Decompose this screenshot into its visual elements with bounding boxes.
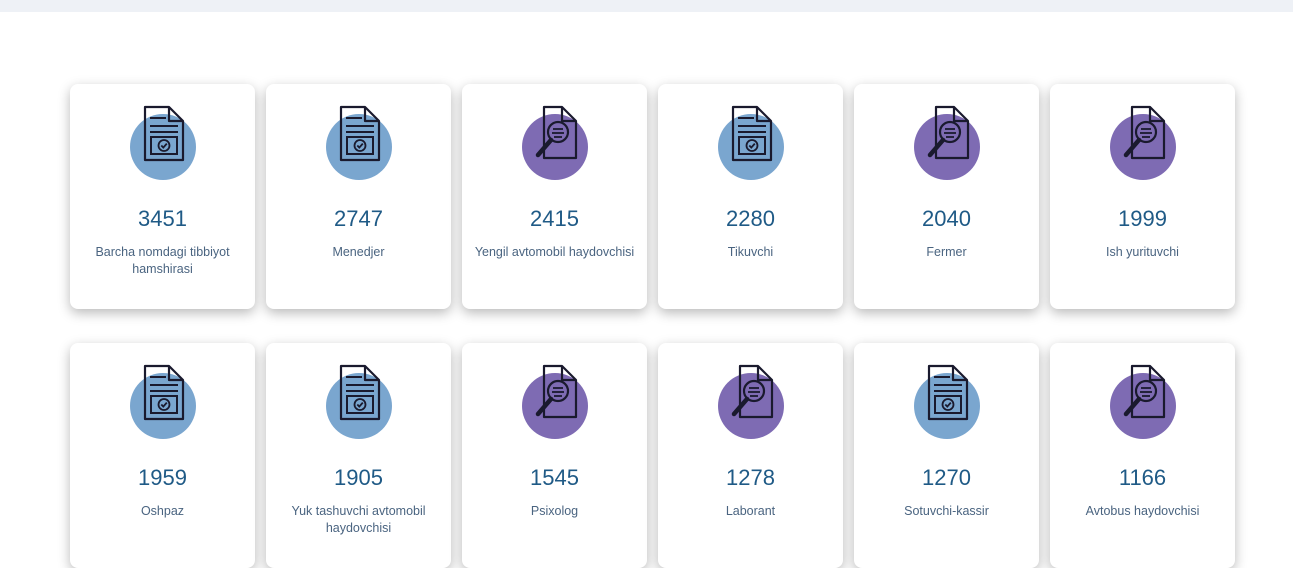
document-search-icon — [522, 363, 592, 439]
profession-card[interactable]: 1278 Laborant — [658, 343, 843, 568]
profession-label: Fermer — [926, 245, 967, 259]
vacancy-count: 2747 — [334, 206, 383, 231]
document-search-icon — [1110, 363, 1180, 439]
vacancy-count: 2415 — [530, 206, 579, 231]
document-check-icon — [326, 104, 396, 180]
document-check-icon — [130, 104, 200, 180]
profession-card[interactable]: 1959 Oshpaz — [70, 343, 255, 568]
vacancy-count: 1166 — [1118, 465, 1167, 490]
document-check-icon — [326, 363, 396, 439]
document-search-icon — [1110, 104, 1180, 180]
vacancy-count: 2280 — [726, 206, 775, 231]
vacancy-count: 1999 — [1118, 206, 1167, 231]
profession-card[interactable]: 2040 Fermer — [854, 84, 1039, 309]
profession-label: Ish yurituvchi — [1106, 245, 1179, 259]
vacancy-count: 1905 — [334, 465, 383, 490]
profession-card[interactable]: 2280 Tikuvchi — [658, 84, 843, 309]
vacancy-count: 2040 — [922, 206, 971, 231]
profession-card[interactable]: 1545 Psixolog — [462, 343, 647, 568]
profession-label: Barcha nomdagi tibbiyot hamshirasi — [95, 245, 230, 276]
document-search-icon — [914, 104, 984, 180]
profession-label: Menedjer — [332, 245, 385, 259]
document-check-icon — [718, 104, 788, 180]
profession-label: Avtobus haydovchisi — [1085, 504, 1200, 518]
profession-label: Yengil avtomobil haydovchisi — [474, 245, 635, 259]
profession-card[interactable]: 1270 Sotuvchi-kassir — [854, 343, 1039, 568]
top-bar — [0, 0, 1293, 12]
document-check-icon — [130, 363, 200, 439]
profession-label: Psixolog — [530, 504, 579, 518]
profession-card[interactable]: 1905 Yuk tashuvchi avtomobil haydovchisi — [266, 343, 451, 568]
document-search-icon — [718, 363, 788, 439]
vacancy-count: 1270 — [922, 465, 971, 490]
profession-label: Yuk tashuvchi avtomobil haydovchisi — [291, 504, 426, 535]
vacancy-count: 1959 — [138, 465, 187, 490]
profession-card[interactable]: 2415 Yengil avtomobil haydovchisi — [462, 84, 647, 309]
profession-card[interactable]: 1166 Avtobus haydovchisi — [1050, 343, 1235, 568]
profession-grid: 3451 Barcha nomdagi tibbiyot hamshirasi … — [70, 84, 1235, 568]
profession-card[interactable]: 1999 Ish yurituvchi — [1050, 84, 1235, 309]
profession-card[interactable]: 3451 Barcha nomdagi tibbiyot hamshirasi — [70, 84, 255, 309]
vacancy-count: 1545 — [530, 465, 579, 490]
profession-card[interactable]: 2747 Menedjer — [266, 84, 451, 309]
document-check-icon — [914, 363, 984, 439]
profession-label: Sotuvchi-kassir — [904, 504, 989, 518]
profession-label: Tikuvchi — [727, 245, 774, 259]
profession-label: Oshpaz — [140, 504, 185, 518]
vacancy-count: 3451 — [138, 206, 187, 231]
vacancy-count: 1278 — [726, 465, 775, 490]
profession-label: Laborant — [725, 504, 776, 518]
document-search-icon — [522, 104, 592, 180]
